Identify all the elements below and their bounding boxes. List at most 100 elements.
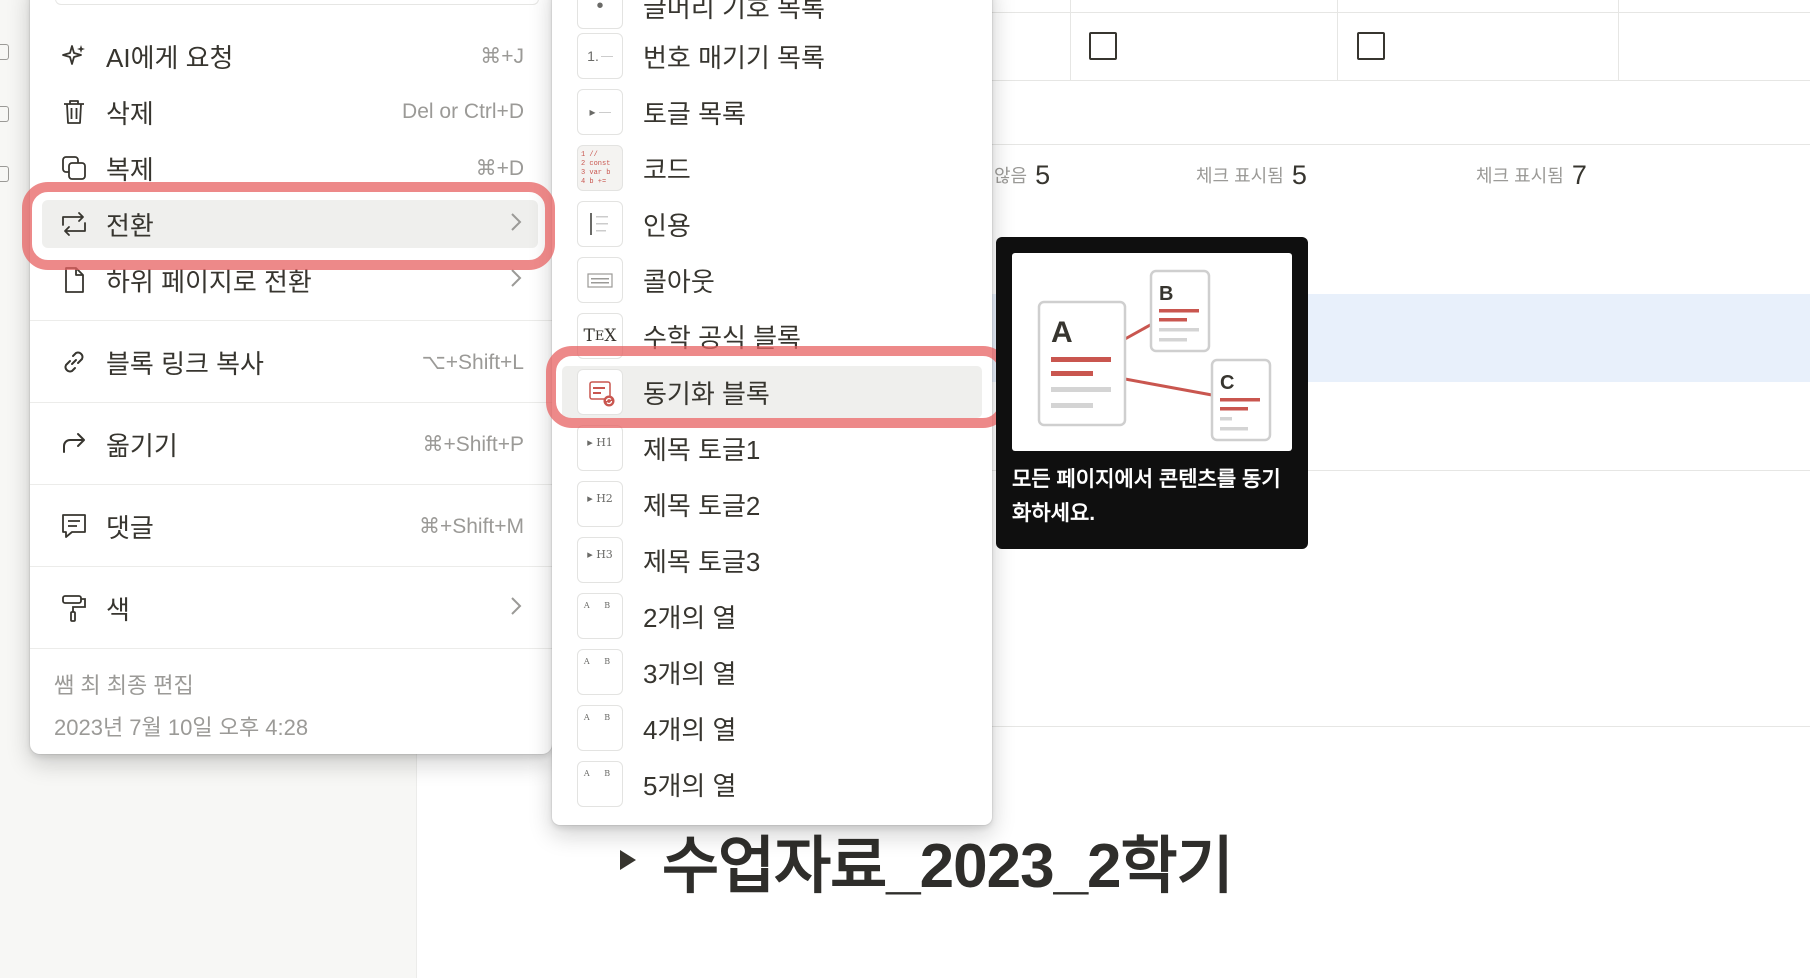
menu-divider <box>30 648 552 649</box>
table-border <box>1618 0 1619 80</box>
submenu-item-callout[interactable]: 콜아웃 <box>562 254 982 306</box>
submenu-item-label: 제목 토글1 <box>643 434 761 465</box>
submenu-item-toggle-heading1[interactable]: ▸ H1 제목 토글1 <box>562 422 982 474</box>
checkbox[interactable] <box>1089 32 1117 60</box>
menu-item-ask-ai[interactable]: AI에게 요청 ⌘+J <box>42 32 538 80</box>
synced-block-illustration: A B C <box>1012 253 1292 451</box>
menu-item-delete[interactable]: 삭제 Del or Ctrl+D <box>42 88 538 136</box>
illustration-label-a: A <box>1051 316 1073 349</box>
submenu-item-bulleted-list[interactable]: • 글머리 기호 목록 <box>562 0 982 32</box>
submenu-item-label: 글머리 기호 목록 <box>643 0 825 23</box>
menu-item-duplicate[interactable]: 복제 ⌘+D <box>42 144 538 192</box>
table-border <box>992 726 1810 727</box>
illustration-label-c: C <box>1220 372 1234 394</box>
submenu-item-label: 번호 매기기 목록 <box>643 42 825 73</box>
table-border <box>1070 0 1071 80</box>
columns-icon: A B <box>577 705 623 751</box>
numbered-list-icon: 1. <box>577 33 623 79</box>
menu-item-comment[interactable]: 댓글 ⌘+Shift+M <box>42 502 538 550</box>
last-edited-by: 쌤 최 최종 편집 <box>54 673 194 698</box>
callout-icon <box>577 257 623 303</box>
menu-item-label: 하위 페이지로 전환 <box>106 266 312 297</box>
submenu-item-toggle-heading2[interactable]: ▸ H2 제목 토글2 <box>562 478 982 530</box>
toggle-heading[interactable]: 수업자료_2023_2학기 <box>620 815 1234 905</box>
columns-icon: A B <box>577 593 623 639</box>
link-icon <box>54 342 94 382</box>
menu-divider <box>30 320 552 321</box>
toggle-list-icon: ▸ <box>577 89 623 135</box>
table-border <box>992 80 1810 81</box>
submenu-item-label: 수학 공식 블록 <box>643 322 801 353</box>
menu-item-move-to[interactable]: 옮기기 ⌘+Shift+P <box>42 420 538 468</box>
menu-item-label: 복제 <box>106 154 154 185</box>
toggle-heading2-icon: ▸ H2 <box>577 481 623 527</box>
menu-item-turn-into[interactable]: 전환 <box>42 200 538 248</box>
shortcut-label: ⌥+Shift+L <box>421 350 524 374</box>
menu-item-label: 블록 링크 복사 <box>106 348 264 379</box>
illustration-label-b: B <box>1159 283 1173 305</box>
menu-item-turn-into-page[interactable]: 하위 페이지로 전환 <box>42 256 538 304</box>
shortcut-label: Del or Ctrl+D <box>402 100 524 123</box>
submenu-item-4-columns[interactable]: A B 4개의 열 <box>562 702 982 754</box>
checkbox[interactable] <box>1357 32 1385 60</box>
turn-into-icon <box>54 204 94 244</box>
submenu-item-toggle-heading3[interactable]: ▸ H3 제목 토글3 <box>562 534 982 586</box>
submenu-item-5-columns[interactable]: A B 5개의 열 <box>562 758 982 810</box>
submenu-item-math-block[interactable]: TEX 수학 공식 블록 <box>562 310 982 362</box>
menu-search-box[interactable] <box>55 0 539 5</box>
move-arrow-icon <box>54 424 94 464</box>
menu-item-label: AI에게 요청 <box>106 42 234 73</box>
submenu-item-label: 동기화 블록 <box>643 378 770 409</box>
menu-item-label: 전환 <box>106 210 154 241</box>
calc-checked[interactable]: 체크 표시됨 5 <box>1196 160 1307 191</box>
toggle-heading1-icon: ▸ H1 <box>577 425 623 471</box>
sidebar-edge-icon[interactable] <box>0 44 9 60</box>
tooltip-text: 모든 페이지에서 콘텐츠를 동기화하세요. <box>1012 468 1281 525</box>
duplicate-icon <box>54 148 94 188</box>
paint-roller-icon <box>54 588 94 628</box>
sidebar-edge-icon[interactable] <box>0 106 9 122</box>
menu-divider <box>30 566 552 567</box>
menu-divider <box>30 484 552 485</box>
synced-block-preview-tooltip: A B C 모든 페이지에서 콘텐츠를 동기화하세요. <box>996 237 1308 549</box>
menu-item-copy-link[interactable]: 블록 링크 복사 ⌥+Shift+L <box>42 338 538 386</box>
chevron-right-icon <box>510 596 522 621</box>
submenu-item-numbered-list[interactable]: 1. 번호 매기기 목록 <box>562 30 982 82</box>
submenu-item-synced-block[interactable]: 동기화 블록 <box>562 366 982 418</box>
submenu-item-label: 5개의 열 <box>643 770 737 801</box>
toggle-heading3-icon: ▸ H3 <box>577 537 623 583</box>
turn-into-submenu: • 글머리 기호 목록 1. 번호 매기기 목록 ▸ 토글 목록 1 //2 c… <box>552 0 992 825</box>
submenu-item-label: 3개의 열 <box>643 658 737 689</box>
submenu-item-label: 코드 <box>643 154 691 185</box>
calc-checked[interactable]: 체크 표시됨 7 <box>1476 160 1587 191</box>
submenu-item-label: 토글 목록 <box>643 98 746 129</box>
shortcut-label: ⌘+J <box>480 44 524 68</box>
sidebar-edge-icon[interactable] <box>0 166 9 182</box>
chevron-right-icon <box>510 212 522 237</box>
block-context-menu: AI에게 요청 ⌘+J 삭제 Del or Ctrl+D 복제 ⌘+D 전환 하… <box>30 0 552 754</box>
submenu-item-quote[interactable]: 인용 <box>562 198 982 250</box>
trash-icon <box>54 92 94 132</box>
menu-item-color[interactable]: 색 <box>42 584 538 632</box>
columns-icon: A B <box>577 649 623 695</box>
submenu-item-code[interactable]: 1 //2 const 3 var b4 b += 코드 <box>562 142 982 194</box>
submenu-item-label: 4개의 열 <box>643 714 737 745</box>
tex-icon: TEX <box>577 313 623 359</box>
submenu-item-toggle-list[interactable]: ▸ 토글 목록 <box>562 86 982 138</box>
table-border <box>992 12 1810 13</box>
submenu-item-label: 콜아웃 <box>643 266 715 297</box>
calc-unchecked[interactable]: 않음 5 <box>994 160 1050 191</box>
submenu-item-label: 제목 토글2 <box>643 490 761 521</box>
shortcut-label: ⌘+Shift+P <box>422 432 524 456</box>
sparkle-icon <box>54 36 94 76</box>
page-icon <box>54 260 94 300</box>
submenu-item-3-columns[interactable]: A B 3개의 열 <box>562 646 982 698</box>
bulleted-list-icon: • <box>577 0 623 29</box>
submenu-item-label: 2개의 열 <box>643 602 737 633</box>
submenu-item-2-columns[interactable]: A B 2개의 열 <box>562 590 982 642</box>
toggle-triangle-icon[interactable] <box>620 850 636 870</box>
comment-icon <box>54 506 94 546</box>
shortcut-label: ⌘+Shift+M <box>418 514 524 538</box>
shortcut-label: ⌘+D <box>475 156 524 180</box>
table-border <box>992 144 1810 145</box>
